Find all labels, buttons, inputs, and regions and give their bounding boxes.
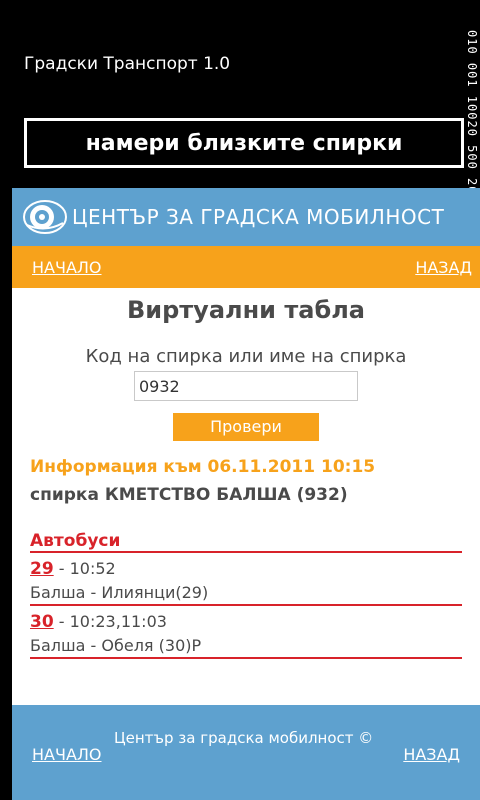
footer-home-link[interactable]: НАЧАЛО xyxy=(32,745,102,764)
page-content: Виртуални табла Код на спирка или име на… xyxy=(12,296,480,659)
check-button[interactable]: Провери xyxy=(173,413,319,441)
page-heading: Виртуални табла xyxy=(126,296,365,324)
nearby-stops-button[interactable]: намери близките спирки xyxy=(24,118,464,168)
info-timestamp: Информация към 06.11.2011 10:15 xyxy=(30,457,376,477)
nav-home-link[interactable]: НАЧАЛО xyxy=(32,258,102,277)
buses-section-title: Автобуси xyxy=(30,531,462,553)
route-description: Балша - Илиянци(29) xyxy=(30,583,209,602)
app-title: Градски Транспорт 1.0 xyxy=(24,54,231,74)
footer-copyright: Център за градска мобилност © xyxy=(114,729,374,747)
route-times: - 10:52 xyxy=(58,559,116,578)
footer-back-link[interactable]: НАЗАД xyxy=(403,745,460,764)
nav-bar: НАЧАЛО НАЗАД xyxy=(12,246,480,288)
stop-code-label: Код на спирка или име на спирка xyxy=(85,346,407,367)
site-footer: НАЧАЛО Център за градска мобилност © НАЗ… xyxy=(12,705,480,800)
route-item: 30 - 10:23,11:03 Балша - Обеля (30)Р xyxy=(30,606,462,659)
site-title: ЦЕНТЪР ЗА ГРАДСКА МОБИЛНОСТ xyxy=(72,205,445,229)
web-view[interactable]: ЦЕНТЪР ЗА ГРАДСКА МОБИЛНОСТ НАЧАЛО НАЗАД… xyxy=(12,188,480,800)
nav-back-link[interactable]: НАЗАД xyxy=(415,258,472,277)
route-description: Балша - Обеля (30)Р xyxy=(30,636,202,655)
route-number-link[interactable]: 30 xyxy=(30,612,54,632)
site-header: ЦЕНТЪР ЗА ГРАДСКА МОБИЛНОСТ xyxy=(12,188,480,246)
route-item: 29 - 10:52 Балша - Илиянци(29) xyxy=(30,553,462,606)
route-number-link[interactable]: 29 xyxy=(30,559,54,579)
city-mobility-logo-icon xyxy=(23,200,67,234)
route-times: - 10:23,11:03 xyxy=(58,612,167,631)
stop-name: спирка КМЕТСТВО БАЛША (932) xyxy=(30,485,348,505)
stop-code-input[interactable] xyxy=(134,371,358,401)
